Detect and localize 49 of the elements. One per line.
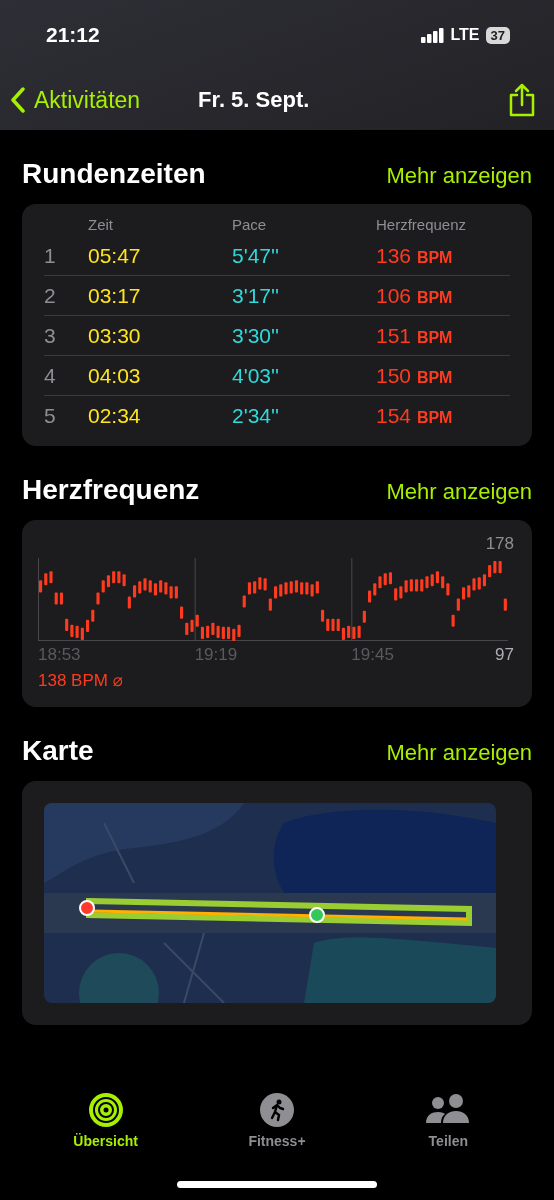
lap-number: 3 bbox=[44, 323, 57, 348]
more-link[interactable]: Mehr anzeigen bbox=[386, 740, 532, 766]
lap-pace: 3'30'' bbox=[232, 323, 281, 348]
axis-tick-label: 19:45 bbox=[351, 645, 394, 665]
column-header: Pace bbox=[232, 215, 268, 233]
lap-time: 03:17 bbox=[88, 283, 142, 308]
lap-number: 4 bbox=[44, 363, 57, 388]
status-time: 21:12 bbox=[46, 23, 100, 47]
lap-pace: 5'47'' bbox=[232, 243, 281, 268]
back-link[interactable]: Aktivitäten bbox=[10, 86, 141, 114]
network-label: LTE bbox=[450, 26, 480, 44]
chevron-left-icon bbox=[10, 87, 26, 113]
lap-time: 02:34 bbox=[88, 404, 142, 428]
lap-time: 03:30 bbox=[88, 323, 142, 348]
axis-min-label: 97 bbox=[495, 645, 514, 665]
more-link[interactable]: Mehr anzeigen bbox=[386, 479, 532, 505]
tab-bar-item[interactable]: Fitness+ bbox=[212, 1092, 342, 1150]
tab-bar-item[interactable]: Teilen bbox=[383, 1092, 514, 1150]
lap-number: 2 bbox=[44, 283, 57, 308]
lap-heart-rate: 150 BPM bbox=[376, 363, 454, 388]
battery-indicator: 37 bbox=[485, 26, 510, 44]
axis-tick-label: 18:53 bbox=[38, 645, 81, 665]
lap-time: 04:03 bbox=[88, 363, 142, 388]
average-heart-rate: 138 BPM ⌀ bbox=[38, 670, 124, 691]
signal-icon bbox=[420, 27, 445, 43]
lap-pace: 2'34'' bbox=[232, 404, 281, 428]
more-link[interactable]: Mehr anzeigen bbox=[386, 163, 532, 189]
lap-pace: 3'17'' bbox=[232, 283, 281, 308]
share-icon bbox=[508, 83, 536, 117]
section-title: Herzfrequenz bbox=[22, 474, 200, 506]
lap-heart-rate: 136 BPM bbox=[376, 243, 454, 268]
lap-pace: 4'03'' bbox=[232, 363, 281, 388]
section-title: Rundenzeiten bbox=[22, 158, 206, 190]
share-button[interactable] bbox=[508, 83, 536, 117]
axis-max-label: 178 bbox=[484, 534, 514, 554]
lap-heart-rate: 106 BPM bbox=[376, 283, 454, 308]
runner-icon bbox=[260, 1093, 294, 1127]
tab-bar-item[interactable]: Übersicht bbox=[40, 1092, 171, 1150]
rings-icon bbox=[88, 1093, 123, 1127]
lap-time: 05:47 bbox=[88, 243, 142, 268]
axis-tick-label: 19:19 bbox=[194, 645, 238, 665]
section-title: Karte bbox=[22, 735, 94, 767]
lap-number: 5 bbox=[44, 404, 57, 428]
column-header: Herzfrequenz bbox=[376, 215, 468, 233]
column-header: Zeit bbox=[88, 215, 114, 233]
lap-heart-rate: 154 BPM bbox=[376, 404, 454, 428]
lap-number: 1 bbox=[44, 243, 57, 268]
lap-heart-rate: 151 BPM bbox=[376, 323, 454, 348]
nav-title: Fr. 5. Sept. bbox=[198, 87, 310, 113]
